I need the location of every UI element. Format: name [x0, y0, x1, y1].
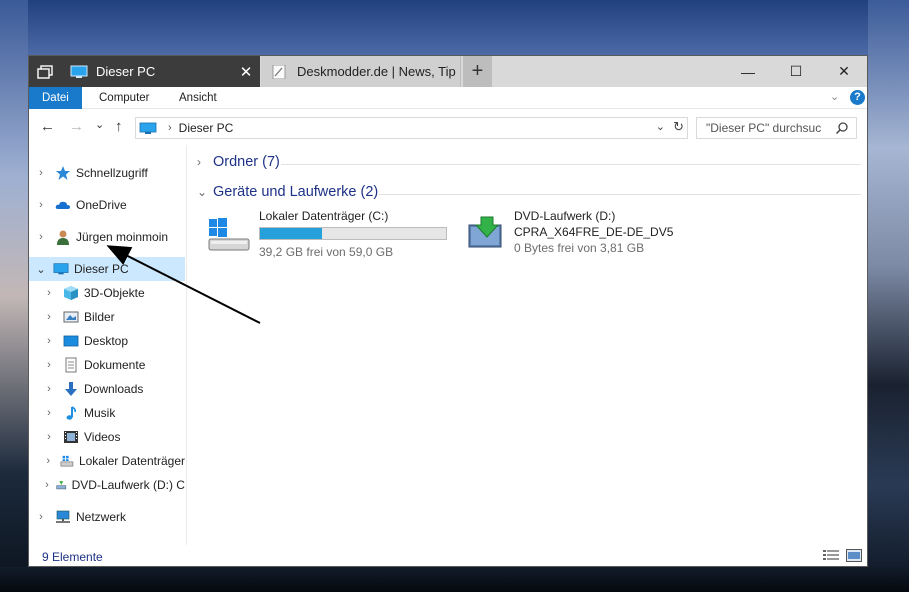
arrow-annotation: [106, 245, 261, 324]
